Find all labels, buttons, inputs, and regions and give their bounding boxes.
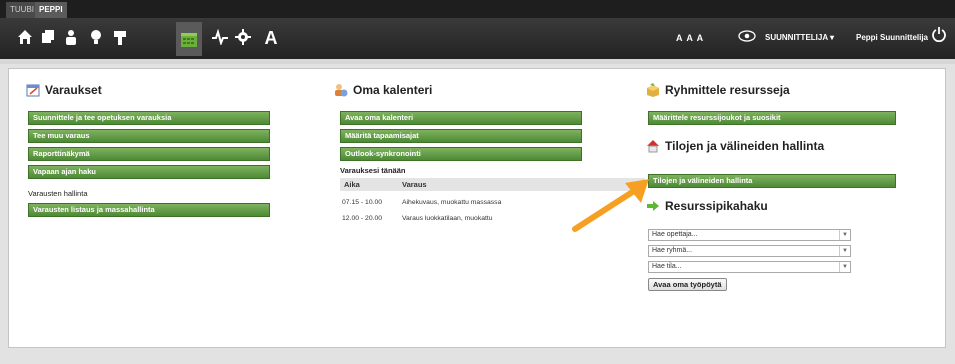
chevron-down-icon: ▼ — [839, 230, 850, 240]
column-header-time: Aika — [340, 178, 398, 191]
box-icon — [646, 83, 660, 97]
tilojen-heading: Tilojen ja välineiden hallinta — [646, 139, 824, 153]
ryhmittele-heading: Ryhmittele resursseja — [646, 83, 790, 97]
person-icon[interactable] — [60, 26, 82, 50]
report-view-button[interactable]: Raporttinäkymä — [28, 147, 270, 161]
activity-icon[interactable] — [209, 26, 231, 50]
outlook-sync-button[interactable]: Outlook-synkronointi — [340, 147, 582, 161]
tab-tuubi[interactable]: TUUBI — [6, 2, 38, 18]
home-icon[interactable] — [14, 26, 36, 50]
font-icon[interactable]: A — [260, 26, 282, 50]
lightbulb-icon[interactable] — [85, 26, 107, 50]
group-search-select[interactable]: Hae ryhmä... ▼ — [648, 245, 851, 257]
open-workspace-button[interactable]: Avaa oma työpöytä — [648, 278, 727, 291]
varaukset-heading: Varaukset — [26, 83, 102, 97]
tab-peppi[interactable]: PEPPI — [35, 2, 67, 18]
person-calendar-icon — [334, 83, 348, 97]
plan-teaching-bookings-button[interactable]: Suunnittele ja tee opetuksen varauksia — [28, 111, 270, 125]
define-resource-sets-button[interactable]: Määrittele resurssijoukot ja suosikit — [648, 111, 896, 125]
kalenteri-heading: Oma kalenteri — [334, 83, 432, 97]
cards-icon[interactable] — [37, 26, 59, 50]
open-calendar-button[interactable]: Avaa oma kalenteri — [340, 111, 582, 125]
role-dropdown[interactable]: SUUNNITTELIJA ▾ — [765, 33, 834, 42]
bookings-list-button[interactable]: Varausten listaus ja massahallinta — [28, 203, 270, 217]
other-booking-button[interactable]: Tee muu varaus — [28, 129, 270, 143]
booking-row-time: 12.00 - 20.00 — [342, 215, 383, 222]
bookings-management-label: Varausten hallinta — [28, 189, 88, 198]
content-area: Varaukset Suunnittele ja tee opetuksen v… — [0, 64, 955, 364]
set-meeting-times-button[interactable]: Määritä tapaamisajat — [340, 129, 582, 143]
eye-icon[interactable] — [738, 29, 756, 47]
house-icon — [646, 139, 660, 153]
dashboard-panel: Varaukset Suunnittele ja tee opetuksen v… — [8, 68, 946, 348]
flag-icon[interactable] — [109, 26, 131, 50]
room-search-select[interactable]: Hae tila... ▼ — [648, 261, 851, 273]
power-icon[interactable] — [931, 26, 947, 47]
booking-row-desc[interactable]: Varaus luokkatilaan, muokattu — [402, 215, 493, 222]
gear-icon[interactable] — [232, 26, 254, 50]
user-name[interactable]: Peppi Suunnittelija — [856, 33, 928, 42]
chevron-down-icon: ▼ — [839, 262, 850, 272]
teacher-search-select[interactable]: Hae opettaja... ▼ — [648, 229, 851, 241]
free-time-search-button[interactable]: Vapaan ajan haku — [28, 165, 270, 179]
calendar-edit-icon — [26, 83, 40, 97]
text-size-toggle[interactable]: A A A — [676, 33, 704, 43]
calendar-icon[interactable] — [176, 22, 202, 56]
top-bar: TUUBI PEPPI — [0, 0, 955, 18]
today-bookings-label: Varauksesi tänään — [340, 166, 406, 175]
booking-row-time: 07.15 - 10.00 — [342, 199, 383, 206]
annotation-arrow-icon — [572, 179, 649, 232]
manage-spaces-button[interactable]: Tilojen ja välineiden hallinta — [648, 174, 896, 188]
chevron-down-icon: ▼ — [839, 246, 850, 256]
booking-row-desc[interactable]: Aihekuvaus, muokattu massassa — [402, 199, 501, 206]
pikahaku-heading: Resurssipikahaku — [646, 199, 768, 213]
